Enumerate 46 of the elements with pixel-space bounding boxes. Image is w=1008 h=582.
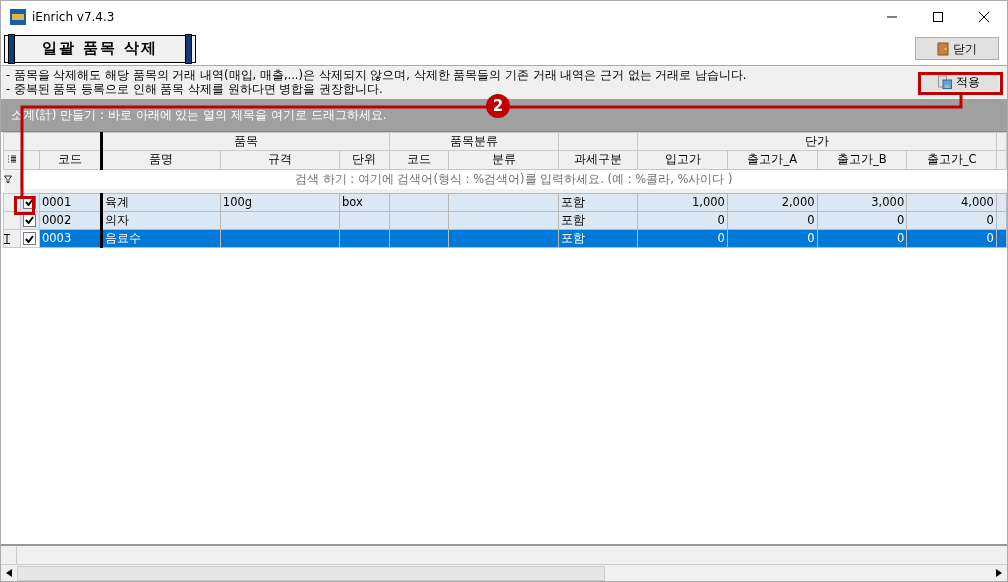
column-group-header: 품목분류 [389,132,559,151]
note-text: - 중복된 품목 등록으로 인해 품목 삭제를 원하다면 병합을 권장합니다. [6,82,384,96]
table-cell: 0 [717,231,725,245]
page-title: 일괄 품목 삭제 [41,38,159,60]
table-cell: 0 [807,212,815,227]
close-button[interactable]: 닫기 [915,37,999,60]
app-logo-icon [10,8,26,25]
checkbox[interactable] [23,232,37,245]
table-cell: 4,000 [960,194,994,209]
table-row[interactable]: 0001 육계 100g box 포함 1,000 2,000 3,000 4,000 [3,193,1007,212]
window-title: iEnrich v7.4.3 [32,8,115,26]
column-chooser-icon[interactable] [8,155,16,165]
table-cell: 0 [717,212,725,227]
table-cell: 0003 [41,231,72,245]
table-cell: 포함 [560,231,585,245]
scroll-right-icon[interactable] [996,569,1002,577]
column-group-header: 품목 [101,132,390,151]
filter-icon[interactable] [3,175,12,184]
note-text: - 품목을 삭제해도 해당 품목의 거래 내역(매입, 매출,...)은 삭제되지 않으며, 삭제한 품목들의 기존 거래 내역은 근거 없는 거래로 남습니다. [6,68,747,82]
table-cell: 0001 [41,194,72,209]
horizontal-scrollbar[interactable] [1,564,1007,581]
save-icon [938,75,952,89]
table-cell: 100g [222,194,253,209]
door-icon [937,41,949,56]
table-cell: box [341,194,363,209]
table-cell: 0 [986,212,994,227]
table-cell: 포함 [560,194,585,209]
table-cell: 0 [807,231,815,245]
table-cell: 음료수 [104,231,141,245]
table-cell: 0 [896,231,905,245]
column-group-header: 단가 [637,132,997,151]
maximize-icon[interactable] [932,10,944,23]
scrollbar-thumb[interactable] [17,565,605,581]
callout-frame [14,196,35,215]
scroll-left-icon[interactable] [6,569,12,577]
table-cell: 0 [896,212,905,227]
text-cursor-icon [4,233,10,244]
table-cell: 2,000 [781,194,815,209]
table-cell: 3,000 [871,194,905,209]
table-cell: 포함 [560,212,585,227]
table-cell: 0002 [41,212,72,227]
table-cell: 1,000 [691,194,725,209]
table-cell: 의자 [104,212,129,227]
table-cell: 0 [986,231,994,245]
close-icon[interactable] [978,10,990,23]
table-cell: 육계 [104,194,129,209]
